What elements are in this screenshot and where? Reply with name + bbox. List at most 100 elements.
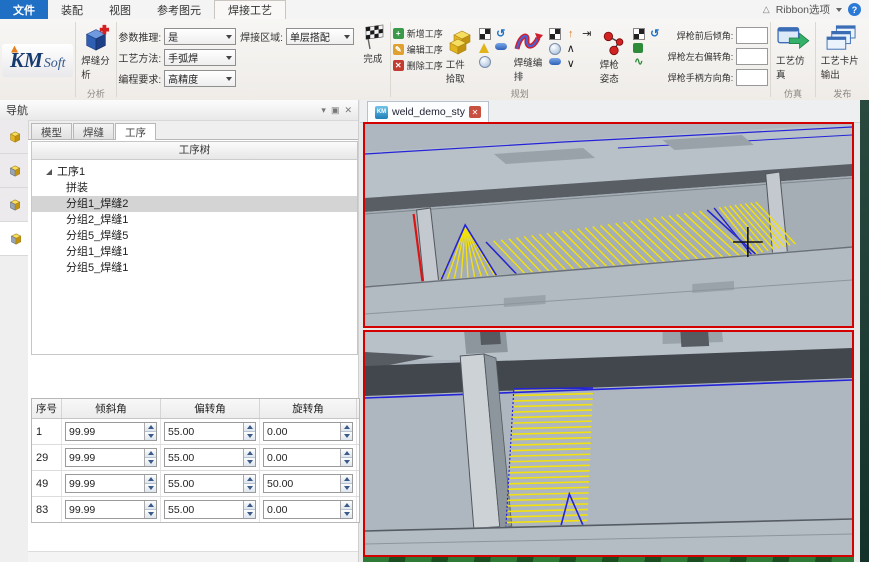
rail-part-button-active[interactable]	[0, 222, 29, 256]
application-window: 文件 装配 视图 参考图元 焊接工艺 △ Ribbon选项 ? KM Soft	[0, 0, 869, 562]
tab-file[interactable]: 文件	[0, 0, 48, 19]
tree-item-selected[interactable]: 分组1_焊缝2	[32, 196, 357, 212]
param-method-dropdown[interactable]: 手弧焊	[164, 49, 236, 66]
delete-process-button[interactable]: ✕删除工序	[393, 59, 443, 72]
ribbon-toolbar: KM Soft 焊缝分析 分析	[0, 19, 869, 101]
param-require-dropdown[interactable]: 高精度	[164, 70, 236, 87]
chevron-up-icon[interactable]: ∧	[565, 43, 577, 55]
rail-part-button[interactable]	[0, 120, 28, 154]
group-parameters: 参数推理: 是 工艺方法: 手弧焊 编程要求: 高精度 焊接区域: 单层搭配	[116, 19, 356, 100]
process-tree-header: 工序树	[32, 142, 357, 160]
viewport-top[interactable]	[363, 122, 854, 328]
panel-bottom-strip	[28, 551, 358, 562]
tree-item[interactable]: 分组5_焊缝1	[32, 260, 357, 276]
rail-part-button[interactable]	[0, 154, 28, 188]
green-tool-icon[interactable]	[633, 43, 643, 53]
undo-icon[interactable]: ↺	[649, 28, 661, 40]
torch-mini-tools: ↺ ∿	[633, 23, 663, 68]
coil-icon[interactable]: ∿	[633, 56, 645, 68]
deflection-angle-spinner[interactable]: 55.00	[164, 422, 256, 441]
param-region-dropdown[interactable]: 单层搭配	[286, 28, 354, 45]
chevron-down-icon[interactable]	[836, 8, 842, 12]
up-arrow-icon[interactable]: ↑	[565, 28, 577, 40]
angle-left-right-input[interactable]	[736, 48, 768, 65]
angle-front-back-input[interactable]	[736, 27, 768, 44]
navigation-title: 导航	[6, 102, 28, 118]
tree-item[interactable]: 分组1_焊缝1	[32, 244, 357, 260]
seam-arrange-button[interactable]: 焊缝编排	[511, 27, 547, 84]
tilt-angle-spinner[interactable]: 99.99	[65, 500, 157, 519]
mini-flag-icon[interactable]	[549, 28, 561, 40]
menu-bar: 文件 装配 视图 参考图元 焊接工艺 △ Ribbon选项 ?	[0, 0, 869, 20]
finish-button[interactable]: 完成	[358, 23, 388, 66]
rotation-angle-spinner[interactable]: 0.00	[263, 500, 353, 519]
minimize-ribbon-icon[interactable]: △	[763, 4, 770, 15]
tab-weld-seam[interactable]: 焊缝	[73, 123, 114, 140]
tab-view[interactable]: 视图	[96, 0, 144, 19]
deflection-angle-spinner[interactable]: 55.00	[164, 474, 256, 493]
cone-icon[interactable]	[479, 43, 489, 53]
group-label-planning: 规划	[393, 88, 769, 100]
undo-icon[interactable]: ↺	[495, 28, 507, 40]
ribbon-options-button[interactable]: Ribbon选项	[776, 2, 830, 17]
logo-soft-text: Soft	[44, 56, 66, 72]
chevron-down-icon[interactable]: ∨	[565, 58, 577, 70]
panel-drop-icon[interactable]: ▾	[321, 105, 326, 116]
tab-assembly[interactable]: 装配	[48, 0, 96, 19]
tree-item[interactable]: 拼装	[32, 180, 357, 196]
panel-pin-icon[interactable]: ▣	[331, 105, 340, 116]
param-infer-dropdown[interactable]: 是	[164, 28, 236, 45]
deflection-angle-spinner[interactable]: 55.00	[164, 500, 256, 519]
process-card-output-button[interactable]: 工艺卡片输出	[818, 23, 867, 82]
angle-table: 序号 倾斜角 偏转角 旋转角 1 99.99 55.00 0.00 29 99.…	[31, 398, 360, 523]
cylinder-icon[interactable]	[495, 43, 507, 50]
rotation-angle-spinner[interactable]: 0.00	[263, 422, 353, 441]
group-publish: 工艺卡片输出 发布	[816, 19, 869, 100]
card-output-icon	[825, 24, 859, 52]
workpiece-pick-button[interactable]: 工件拾取	[443, 27, 477, 86]
add-process-button[interactable]: +新增工序	[393, 27, 443, 40]
process-simulation-button[interactable]: 工艺仿真	[773, 23, 813, 82]
tab-reference[interactable]: 参考图元	[144, 0, 214, 19]
panel-close-icon[interactable]: ✕	[344, 105, 352, 116]
group-planning: +新增工序 ✎编辑工序 ✕删除工序 工件拾取	[391, 19, 771, 100]
weld-analysis-button[interactable]: 焊缝分析	[78, 23, 113, 82]
tilt-angle-spinner[interactable]: 99.99	[65, 474, 157, 493]
rail-part-button[interactable]	[0, 188, 28, 222]
mini-flag-icon[interactable]	[479, 28, 491, 40]
rotation-angle-spinner[interactable]: 50.00	[263, 474, 353, 493]
tree-item[interactable]: 分组5_焊缝5	[32, 228, 357, 244]
navigation-panel: 导航 ▾ ▣ ✕	[0, 100, 359, 562]
group-label-publish: 发布	[818, 88, 867, 100]
torch-pose-button[interactable]: 焊枪姿态	[597, 27, 631, 86]
tab-model[interactable]: 模型	[31, 123, 72, 140]
process-buttons: +新增工序 ✎编辑工序 ✕删除工序	[393, 23, 443, 72]
tilt-angle-spinner[interactable]: 99.99	[65, 422, 157, 441]
tab-stop-icon[interactable]: ⇥	[581, 28, 593, 40]
tab-process[interactable]: 工序	[115, 123, 156, 140]
tilt-angle-spinner[interactable]: 99.99	[65, 448, 157, 467]
expander-icon[interactable]	[46, 169, 52, 175]
row-number: 49	[32, 471, 62, 496]
sphere-icon[interactable]	[549, 43, 561, 55]
viewport-bottom[interactable]	[363, 330, 854, 557]
deflection-angle-spinner[interactable]: 55.00	[164, 448, 256, 467]
angle-left-right-label: 焊枪左右偏转角:	[668, 50, 734, 63]
param-infer-label: 参数推理:	[118, 29, 161, 44]
edit-process-button[interactable]: ✎编辑工序	[393, 43, 443, 56]
angle-handle-label: 焊枪手柄方向角:	[668, 71, 734, 84]
tree-item[interactable]: 分组2_焊缝1	[32, 212, 357, 228]
rotation-angle-spinner[interactable]: 0.00	[263, 448, 353, 467]
tree-root[interactable]: 工序1	[32, 164, 357, 180]
document-tab-label: weld_demo_sty	[392, 106, 465, 118]
document-tab[interactable]: KM weld_demo_sty ✕	[367, 101, 489, 122]
angle-handle-input[interactable]	[736, 69, 768, 86]
sphere-icon[interactable]	[479, 56, 491, 68]
viewport-area: KM weld_demo_sty ✕	[360, 100, 869, 562]
tab-welding-process[interactable]: 焊接工艺	[214, 0, 286, 19]
cylinder-icon[interactable]	[549, 58, 561, 65]
mini-flag-icon[interactable]	[633, 28, 645, 40]
close-document-icon[interactable]: ✕	[469, 106, 481, 118]
help-icon[interactable]: ?	[848, 3, 861, 16]
menubar-right: △ Ribbon选项 ?	[763, 0, 869, 19]
